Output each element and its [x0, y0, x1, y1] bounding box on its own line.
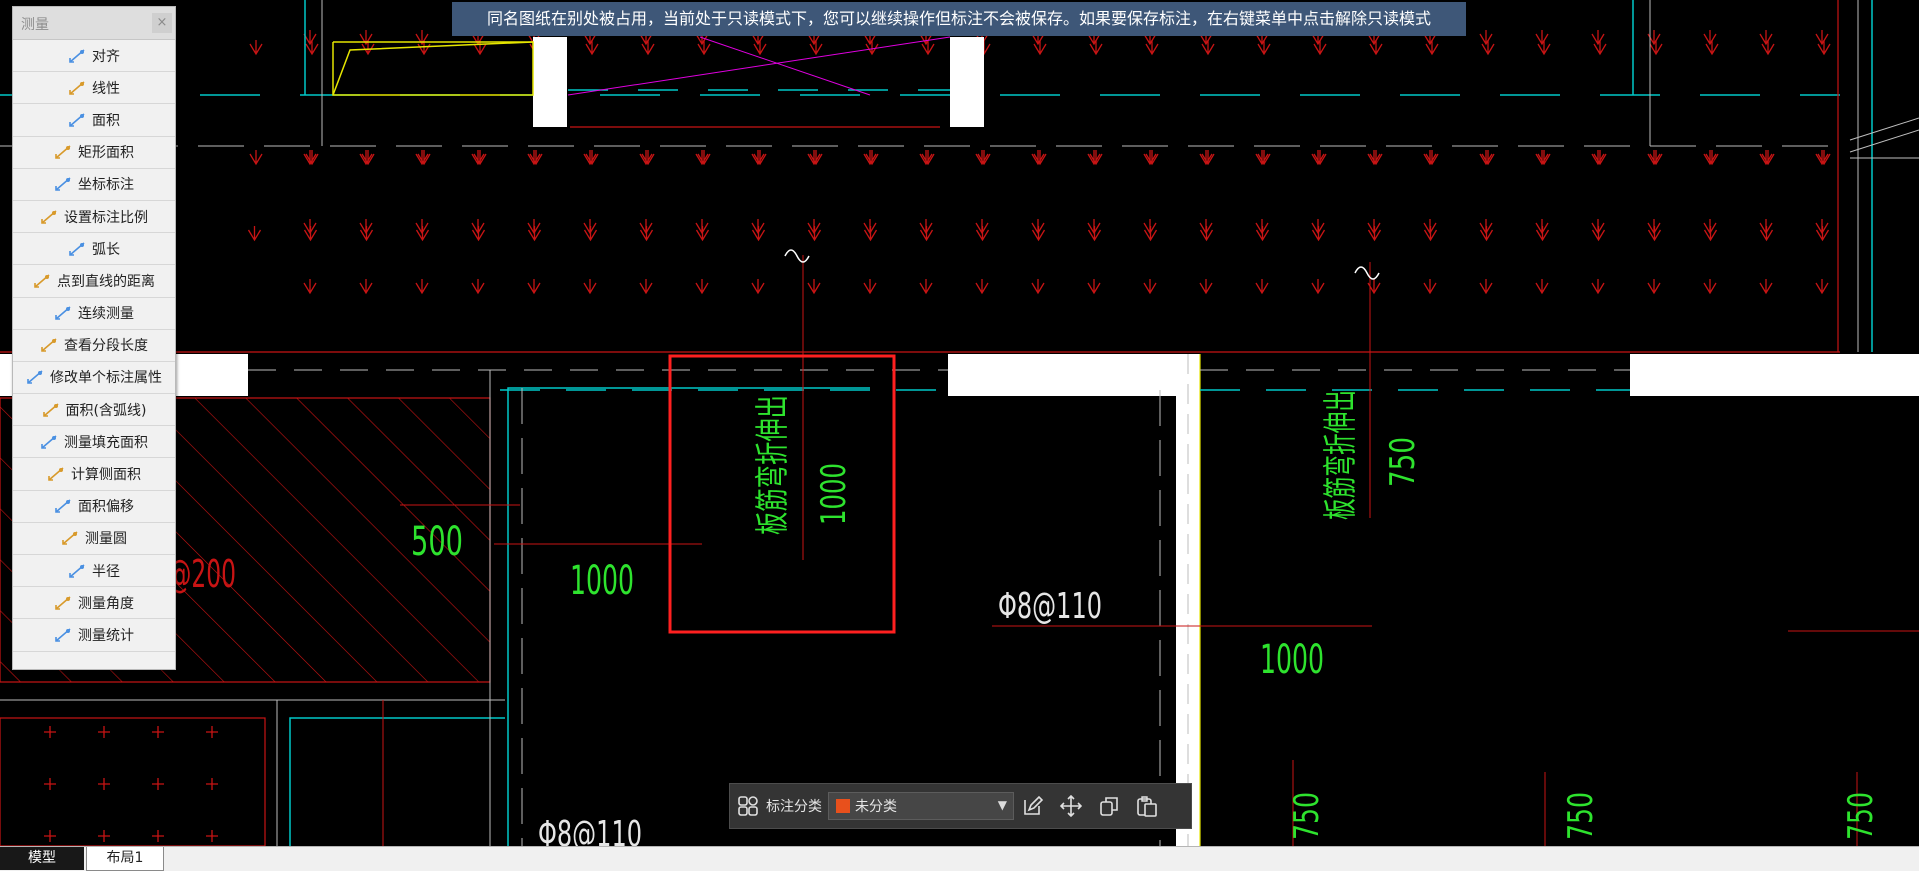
layout-tab-bar: 模型 布局1 — [0, 846, 1919, 871]
measure-tool-statistics[interactable]: 测量统计 — [13, 619, 175, 652]
rect-area-icon — [54, 144, 72, 160]
measure-tool-rect-area[interactable]: 矩形面积 — [13, 137, 175, 169]
measure-tool-list: 对齐线性面积矩形面积坐标标注设置标注比例 弧长点到直线的距离 连续测量查看分段长度修… — [13, 40, 175, 652]
measure-tool-angle[interactable]: 测量角度 — [13, 587, 175, 620]
measure-tool-continuous-measure[interactable]: 连续测量 — [13, 298, 175, 330]
measure-tool-circle[interactable]: 测量圆 — [13, 523, 175, 555]
measure-tool-label: 对齐 — [92, 48, 120, 65]
measure-tool-label: 弧长 — [92, 241, 120, 258]
measure-tool-label: 面积偏移 — [78, 499, 134, 516]
scale-icon — [40, 209, 58, 225]
annotation-category-value: 未分类 — [855, 799, 897, 815]
measure-tool-side-area[interactable]: 计算侧面积 — [13, 458, 175, 491]
side-area-icon — [47, 466, 65, 482]
dim-750-c: 750 — [1841, 792, 1881, 840]
close-icon[interactable]: × — [152, 13, 172, 33]
measure-tool-label: 线性 — [92, 80, 120, 97]
measure-tool-label: 面积(含弧线) — [65, 402, 147, 419]
edit-icon[interactable] — [1014, 795, 1052, 817]
measure-panel-header[interactable]: 测量 × — [13, 7, 175, 40]
rebar-spec-label-bottom: Φ8@110 — [538, 814, 642, 846]
annotation-category-select[interactable]: 未分类 ▼ — [828, 792, 1014, 820]
annotation-category-label: 标注分类 — [766, 799, 822, 815]
measure-tool-label: 查看分段长度 — [64, 338, 148, 355]
measure-tool-align-measure[interactable]: 对齐 — [13, 40, 175, 73]
copy-icon[interactable] — [1090, 795, 1128, 817]
measure-tool-point-line-distance[interactable]: 点到直线的距离 — [13, 265, 175, 298]
measure-tool-label: 测量统计 — [78, 627, 134, 644]
area-offset-icon — [54, 498, 72, 514]
coordinate-icon — [54, 176, 72, 192]
measure-tool-coordinate[interactable]: 坐标标注 — [13, 169, 175, 201]
linear-measure-icon — [68, 80, 86, 96]
measure-tool-label: 测量圆 — [85, 531, 127, 548]
edit-annotation-icon — [26, 369, 44, 385]
segment-length-icon — [40, 337, 58, 353]
dim-1000-right: 1000 — [1260, 637, 1324, 683]
tab-model[interactable]: 模型 — [0, 847, 84, 870]
measure-tool-label: 测量填充面积 — [64, 434, 148, 451]
measure-tool-linear-measure[interactable]: 线性 — [13, 72, 175, 105]
measure-tool-label: 设置标注比例 — [64, 209, 148, 226]
measure-tool-segment-length[interactable]: 查看分段长度 — [13, 330, 175, 362]
measure-tool-label: 面积 — [92, 112, 120, 129]
rebar-length-a: 1000 — [814, 463, 854, 525]
dim-1000-left: 1000 — [570, 558, 634, 604]
category-color-swatch — [836, 799, 850, 813]
arc-length-icon — [68, 241, 86, 257]
rebar-label-b: 板筋弯折伸出 — [1321, 390, 1361, 520]
arc-area-icon — [42, 402, 60, 418]
readonly-banner: 同名图纸在别处被占用，当前处于只读模式下，您可以继续操作但标注不会被保存。如果要… — [452, 2, 1466, 36]
measure-panel: 测量 × 对齐线性面积矩形面积坐标标注设置标注比例 弧长点到直线的距离 连续测量查看… — [12, 6, 176, 670]
rebar-label-a: 板筋弯折伸出 — [753, 395, 793, 535]
area-icon — [68, 112, 86, 128]
dim-750-b: 750 — [1561, 792, 1601, 840]
measure-tool-edit-annotation[interactable]: 修改单个标注属性 — [13, 362, 175, 395]
rebar-spec-label: Φ8@110 — [998, 586, 1102, 627]
measure-tool-scale[interactable]: 设置标注比例 — [13, 201, 175, 234]
measure-tool-label: 点到直线的距离 — [57, 273, 155, 290]
measure-tool-label: 测量角度 — [78, 595, 134, 612]
measure-tool-label: 修改单个标注属性 — [50, 370, 162, 387]
fill-area-icon — [40, 434, 58, 450]
move-icon[interactable] — [1052, 795, 1090, 817]
measure-tool-area[interactable]: 面积 — [13, 104, 175, 137]
dim-500: 500 — [411, 519, 463, 565]
angle-icon — [54, 595, 72, 611]
measure-tool-fill-area[interactable]: 测量填充面积 — [13, 426, 175, 459]
circle-icon — [61, 530, 79, 546]
continuous-measure-icon — [54, 305, 72, 321]
measure-panel-title: 测量 — [21, 17, 49, 33]
annotation-toolbar: 标注分类 未分类 ▼ — [729, 783, 1192, 829]
measure-tool-label: 半径 — [92, 563, 120, 580]
cad-text-layer: 板筋弯折伸出 1000 板筋弯折伸出 750 500 1000 1000 750… — [168, 390, 1881, 846]
statistics-icon — [54, 627, 72, 643]
measure-tool-radius[interactable]: 半径 — [13, 555, 175, 588]
cad-canvas[interactable]: 板筋弯折伸出 1000 板筋弯折伸出 750 500 1000 1000 750… — [0, 0, 1919, 846]
measure-tool-arc-area[interactable]: 面积(含弧线) — [13, 394, 175, 427]
measure-tool-label: 连续测量 — [78, 306, 134, 323]
tab-layout-1[interactable]: 布局1 — [86, 847, 164, 871]
chevron-down-icon: ▼ — [997, 798, 1007, 812]
measure-tool-area-offset[interactable]: 面积偏移 — [13, 491, 175, 523]
align-measure-icon — [68, 48, 86, 64]
grid-icon[interactable] — [730, 795, 766, 817]
point-line-distance-icon — [33, 273, 51, 289]
measure-tool-arc-length[interactable]: 弧长 — [13, 233, 175, 266]
rebar-length-b: 750 — [1383, 437, 1423, 487]
paste-icon[interactable] — [1128, 795, 1166, 817]
measure-tool-label: 坐标标注 — [78, 177, 134, 194]
dim-750-a: 750 — [1287, 792, 1327, 840]
measure-tool-label: 计算侧面积 — [71, 467, 141, 484]
measure-tool-label: 矩形面积 — [78, 145, 134, 162]
rebar-spacing-partial: @200 — [168, 552, 236, 596]
radius-icon — [68, 563, 86, 579]
